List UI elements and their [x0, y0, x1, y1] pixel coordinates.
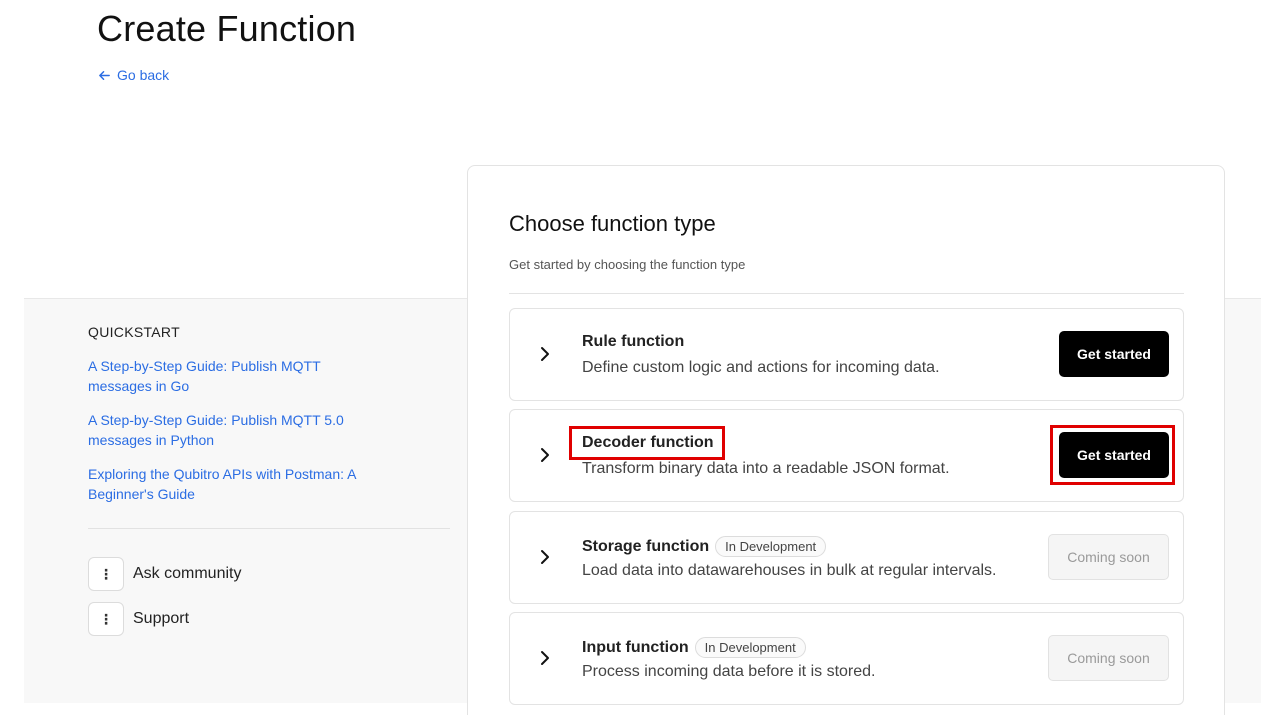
- function-description: Transform binary data into a readable JS…: [582, 460, 950, 477]
- card-title: Choose function type: [509, 211, 716, 236]
- chevron-right-icon[interactable]: [538, 548, 552, 566]
- function-row-rule: Rule function Define custom logic and ac…: [509, 308, 1184, 401]
- function-description: Process incoming data before it is store…: [582, 663, 876, 680]
- arrow-left-icon: [99, 70, 110, 80]
- more-vertical-icon: ⋮: [88, 602, 124, 636]
- chevron-right-icon[interactable]: [538, 649, 552, 667]
- coming-soon-button: Coming soon: [1048, 635, 1169, 681]
- status-badge: In Development: [715, 536, 827, 557]
- function-title: Decoder function: [582, 434, 714, 452]
- function-title: Rule function: [582, 333, 684, 351]
- function-description: Load data into datawarehouses in bulk at…: [582, 562, 997, 579]
- quickstart-section: QUICKSTART A Step-by-Step Guide: Publish…: [88, 324, 450, 518]
- quickstart-link-mqtt-go[interactable]: A Step-by-Step Guide: Publish MQTT messa…: [88, 356, 358, 396]
- sidebar-divider: [88, 528, 450, 529]
- quickstart-link-apis-postman[interactable]: Exploring the Qubitro APIs with Postman:…: [88, 464, 358, 504]
- quickstart-heading: QUICKSTART: [88, 324, 180, 340]
- more-vertical-icon: ⋮: [88, 557, 124, 591]
- function-title-text: Rule function: [582, 333, 685, 350]
- get-started-button[interactable]: Get started: [1059, 432, 1169, 478]
- coming-soon-button: Coming soon: [1048, 534, 1169, 580]
- function-title: Input function In Development: [582, 637, 806, 658]
- card-divider: [509, 293, 1184, 294]
- ask-community-button[interactable]: ⋮ Ask community: [88, 557, 241, 591]
- page-title: Create Function: [97, 8, 357, 49]
- function-row-decoder: Decoder function Transform binary data i…: [509, 409, 1184, 502]
- function-row-storage: Storage function In Development Load dat…: [509, 511, 1184, 604]
- card-subtitle: Get started by choosing the function typ…: [509, 257, 746, 272]
- ask-community-label: Ask community: [133, 565, 242, 582]
- function-title-text: Decoder function: [582, 434, 714, 451]
- function-title-text: Storage function: [582, 537, 710, 555]
- function-description: Define custom logic and actions for inco…: [582, 359, 940, 376]
- support-button[interactable]: ⋮ Support: [88, 602, 189, 636]
- get-started-button[interactable]: Get started: [1059, 331, 1169, 377]
- function-title: Storage function In Development: [582, 536, 827, 557]
- status-badge: In Development: [694, 637, 806, 658]
- function-title-text: Input function: [582, 638, 689, 656]
- chevron-right-icon[interactable]: [538, 446, 552, 464]
- chevron-right-icon[interactable]: [538, 345, 552, 363]
- function-row-input: Input function In Development Process in…: [509, 612, 1184, 705]
- go-back-label: Go back: [117, 67, 170, 83]
- go-back-link[interactable]: Go back: [98, 67, 169, 83]
- function-type-card: Choose function type Get started by choo…: [467, 165, 1225, 715]
- support-label: Support: [133, 610, 190, 627]
- quickstart-link-mqtt-python[interactable]: A Step-by-Step Guide: Publish MQTT 5.0 m…: [88, 410, 358, 450]
